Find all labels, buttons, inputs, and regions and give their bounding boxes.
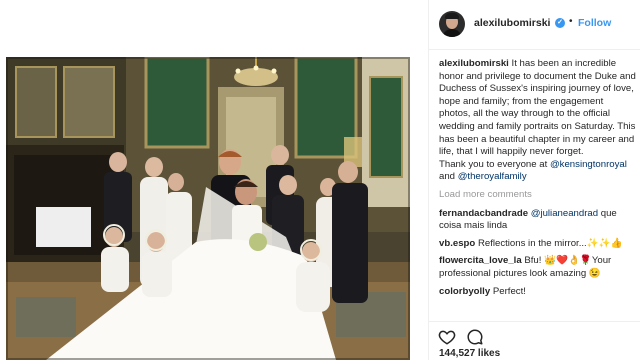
wedding-portrait-image <box>6 57 410 360</box>
mention-kensingtonroyal[interactable]: @kensingtonroyal <box>550 159 627 170</box>
mention-theroyalfamily[interactable]: @theroyalfamily <box>458 171 527 182</box>
follow-button[interactable]: Follow <box>578 17 611 29</box>
caption-thanks: Thank you to everyone at <box>439 158 548 170</box>
comment-bubble-icon[interactable] <box>466 328 484 346</box>
post-photo-pane <box>0 0 428 360</box>
caption-username[interactable]: alexilubomirski <box>439 58 509 69</box>
comment-username[interactable]: vb.espo <box>439 238 475 249</box>
comment-username[interactable]: flowercita_love_la <box>439 255 522 266</box>
comment-item: vb.espo Reflections in the mirror...✨✨👍 <box>439 238 637 251</box>
comment-text: Perfect! <box>492 285 526 297</box>
comment-item: colorbyolly Perfect! <box>439 286 637 299</box>
comment-username[interactable]: fernandacbandrade <box>439 208 528 219</box>
avatar[interactable] <box>439 11 465 37</box>
like-count[interactable]: 144,527 likes <box>439 348 500 359</box>
heart-icon[interactable] <box>438 328 456 346</box>
comment-item: flowercita_love_la Bfu! 👑❤️👌🌹Your profes… <box>439 255 637 280</box>
separator-dot: • <box>569 16 573 27</box>
post-photo[interactable] <box>6 57 410 360</box>
comment-text: Reflections in the mirror...✨✨👍 <box>477 237 623 249</box>
caption-and: and <box>439 171 456 183</box>
comment-mention[interactable]: @julianeandrad <box>531 208 598 219</box>
caption-text: It has been an incredible honor and priv… <box>439 58 636 158</box>
comments-section: alexilubomirski It has been an incredibl… <box>439 58 637 320</box>
verified-badge-icon: ✓ <box>555 18 565 28</box>
caption: alexilubomirski It has been an incredibl… <box>439 58 637 184</box>
load-more-comments-link[interactable]: Load more comments <box>439 189 637 202</box>
comment-item: fernandacbandrade @julianeandrad que coi… <box>439 208 637 233</box>
header-username[interactable]: alexilubomirski <box>474 17 550 29</box>
comment-username[interactable]: colorbyolly <box>439 286 490 297</box>
post-sidebar: alexilubomirski ✓ • Follow alexilubomirs… <box>428 0 640 360</box>
post-header: alexilubomirski ✓ • Follow <box>429 0 640 50</box>
